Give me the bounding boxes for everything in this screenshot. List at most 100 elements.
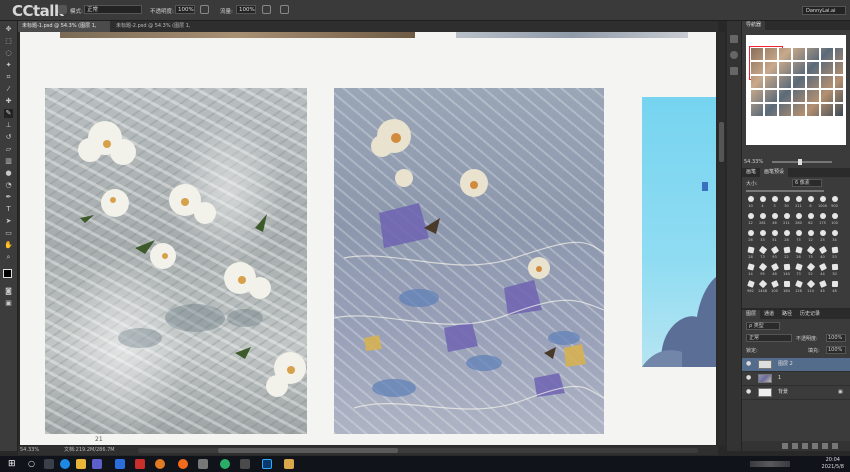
task-view-icon[interactable] xyxy=(44,459,54,469)
brush-preset[interactable]: 175 xyxy=(818,213,827,225)
airbrush-icon[interactable] xyxy=(262,5,271,14)
brush-preset[interactable]: 140 xyxy=(782,263,791,276)
clock-time[interactable]: 20:04 xyxy=(826,457,840,463)
eyedropper-icon[interactable]: ⁄ xyxy=(4,85,13,94)
brush-preset[interactable]: 93 xyxy=(770,245,779,259)
brush-tool-icon[interactable] xyxy=(58,5,67,14)
layer-row-2[interactable]: ● 背景 ▣ xyxy=(742,386,850,400)
brush-preset[interactable]: 114 xyxy=(806,279,815,293)
windows-start-icon[interactable]: ⊞ xyxy=(8,459,18,469)
type-tool-icon[interactable]: T xyxy=(4,205,13,214)
layers-tab[interactable]: 图层 xyxy=(742,310,761,319)
visibility-eye-icon[interactable]: ● xyxy=(746,361,752,367)
workspace-select[interactable]: DannyLai.ai xyxy=(802,6,846,15)
eraser-tool-icon[interactable]: ▱ xyxy=(4,145,13,154)
healing-brush-icon[interactable]: ✚ xyxy=(4,97,13,106)
brush-preset[interactable]: 4 xyxy=(758,196,767,208)
brush-preset[interactable]: 44 xyxy=(818,262,827,276)
horizontal-scrollbar[interactable] xyxy=(138,448,698,453)
brush-preset-tab[interactable]: 画笔预设 xyxy=(760,168,789,177)
brush-preset[interactable]: 95 xyxy=(758,262,767,276)
add-mask-icon[interactable] xyxy=(802,443,808,449)
app-icon-gray[interactable] xyxy=(198,459,208,469)
paths-tab[interactable]: 路径 xyxy=(778,310,796,319)
layer-name[interactable]: 图层 2 xyxy=(778,358,793,371)
brush-preset[interactable]: 62 xyxy=(806,213,815,225)
gradient-tool-icon[interactable]: ▥ xyxy=(4,157,13,166)
brush-preset[interactable]: 51 xyxy=(770,230,779,242)
layer-opacity-field[interactable]: 100% xyxy=(826,334,846,342)
brush-preset[interactable]: 281 xyxy=(758,213,767,225)
brush-preset[interactable]: 211 xyxy=(782,213,791,225)
brush-preset[interactable]: 26 xyxy=(746,230,755,242)
navigator-preview[interactable] xyxy=(746,35,846,145)
visibility-eye-icon[interactable]: ● xyxy=(746,389,752,395)
app-icon-orange[interactable] xyxy=(155,459,165,469)
stamp-tool-icon[interactable]: ⊥ xyxy=(4,121,13,130)
layer-row-1[interactable]: ● 1 xyxy=(742,372,850,386)
fill-field[interactable]: 100% xyxy=(826,346,846,354)
crop-tool-icon[interactable]: ⌗ xyxy=(4,73,13,82)
brush-preset[interactable]: 34 xyxy=(830,230,839,242)
dodge-tool-icon[interactable]: ◔ xyxy=(4,181,13,190)
visibility-eye-icon[interactable]: ● xyxy=(746,375,752,381)
brush-preset[interactable]: 52 xyxy=(806,262,815,276)
horizontal-scroll-thumb[interactable] xyxy=(218,448,398,453)
brush-preset[interactable]: 1000 xyxy=(818,196,827,208)
pen-tool-icon[interactable]: ✒ xyxy=(4,193,13,202)
shape-tool-icon[interactable]: ▭ xyxy=(4,229,13,238)
flow-field[interactable]: 100% xyxy=(236,5,256,14)
add-style-icon[interactable] xyxy=(792,443,798,449)
brush-panel-icon[interactable] xyxy=(730,67,738,75)
brush-preset[interactable]: 40 xyxy=(818,245,827,259)
zoom-readout[interactable]: 54.33% xyxy=(20,446,39,455)
zoom-tool-icon[interactable]: ⌕ xyxy=(4,253,13,262)
new-group-icon[interactable] xyxy=(812,443,818,449)
brush-tab[interactable]: 画笔 xyxy=(742,168,760,177)
mode-select[interactable]: 正常 xyxy=(84,5,142,14)
delete-layer-icon[interactable] xyxy=(832,443,838,449)
history-panel-icon[interactable] xyxy=(730,35,738,43)
wechat-icon[interactable] xyxy=(220,459,230,469)
brush-preset[interactable]: 280 xyxy=(794,213,803,225)
quick-mask-icon[interactable]: ◙ xyxy=(4,287,13,296)
cctalk-app-icon[interactable] xyxy=(178,459,188,469)
brush-preset[interactable]: 28 xyxy=(782,230,791,242)
brush-preset[interactable]: 30 xyxy=(782,196,791,208)
new-layer-icon[interactable] xyxy=(822,443,828,449)
opacity-field[interactable]: 100% xyxy=(175,5,195,14)
blur-tool-icon[interactable]: ● xyxy=(4,169,13,178)
hand-tool-icon[interactable]: ✋ xyxy=(4,241,13,250)
brush-preset[interactable]: 962 xyxy=(746,280,755,293)
brush-preset[interactable]: 900 xyxy=(830,196,839,208)
brush-preset[interactable]: 48 xyxy=(770,262,779,276)
brush-preset[interactable]: 25 xyxy=(818,230,827,242)
scrollbar-thumb[interactable] xyxy=(719,122,724,162)
brush-preset[interactable]: 73 xyxy=(794,263,803,276)
navigator-zoom-slider[interactable] xyxy=(772,159,832,165)
brush-preset[interactable]: 22 xyxy=(782,246,791,259)
search-icon[interactable]: ○ xyxy=(28,459,38,469)
clock-date[interactable]: 2021/5/8 xyxy=(822,464,844,470)
brush-size-field[interactable]: 6 像素 xyxy=(792,179,822,187)
brush-preset[interactable]: 100 xyxy=(770,280,779,293)
brush-preset[interactable]: 10 xyxy=(746,196,755,208)
brush-tool-icon-2[interactable]: ✎ xyxy=(4,109,13,118)
brush-preset[interactable]: 46 xyxy=(770,213,779,225)
brush-preset[interactable]: 184 xyxy=(782,280,791,293)
blend-mode-select[interactable]: 正常 xyxy=(746,334,792,342)
brush-preset[interactable]: 12 xyxy=(746,213,755,225)
layer-row-0[interactable]: ● 图层 2 xyxy=(742,358,850,372)
brush-preset[interactable]: 28 xyxy=(794,246,803,259)
brush-preset[interactable]: 8 xyxy=(806,196,815,208)
history-brush-icon[interactable]: ↺ xyxy=(4,133,13,142)
navigator-zoom[interactable]: 54.33% xyxy=(744,159,763,165)
document-tab-1[interactable]: 未标题-1.psd @ 54.3% (图层 1, RGB/8#) xyxy=(18,21,110,40)
screen-mode-icon[interactable]: ▣ xyxy=(4,299,13,308)
brush-preset[interactable]: 30 xyxy=(830,263,839,276)
color-panel-icon[interactable] xyxy=(730,51,738,59)
app-icon-dark[interactable] xyxy=(240,459,250,469)
layer-name[interactable]: 1 xyxy=(778,372,781,385)
move-tool-icon[interactable]: ✥ xyxy=(4,25,13,34)
pressure-size-icon[interactable] xyxy=(280,5,289,14)
